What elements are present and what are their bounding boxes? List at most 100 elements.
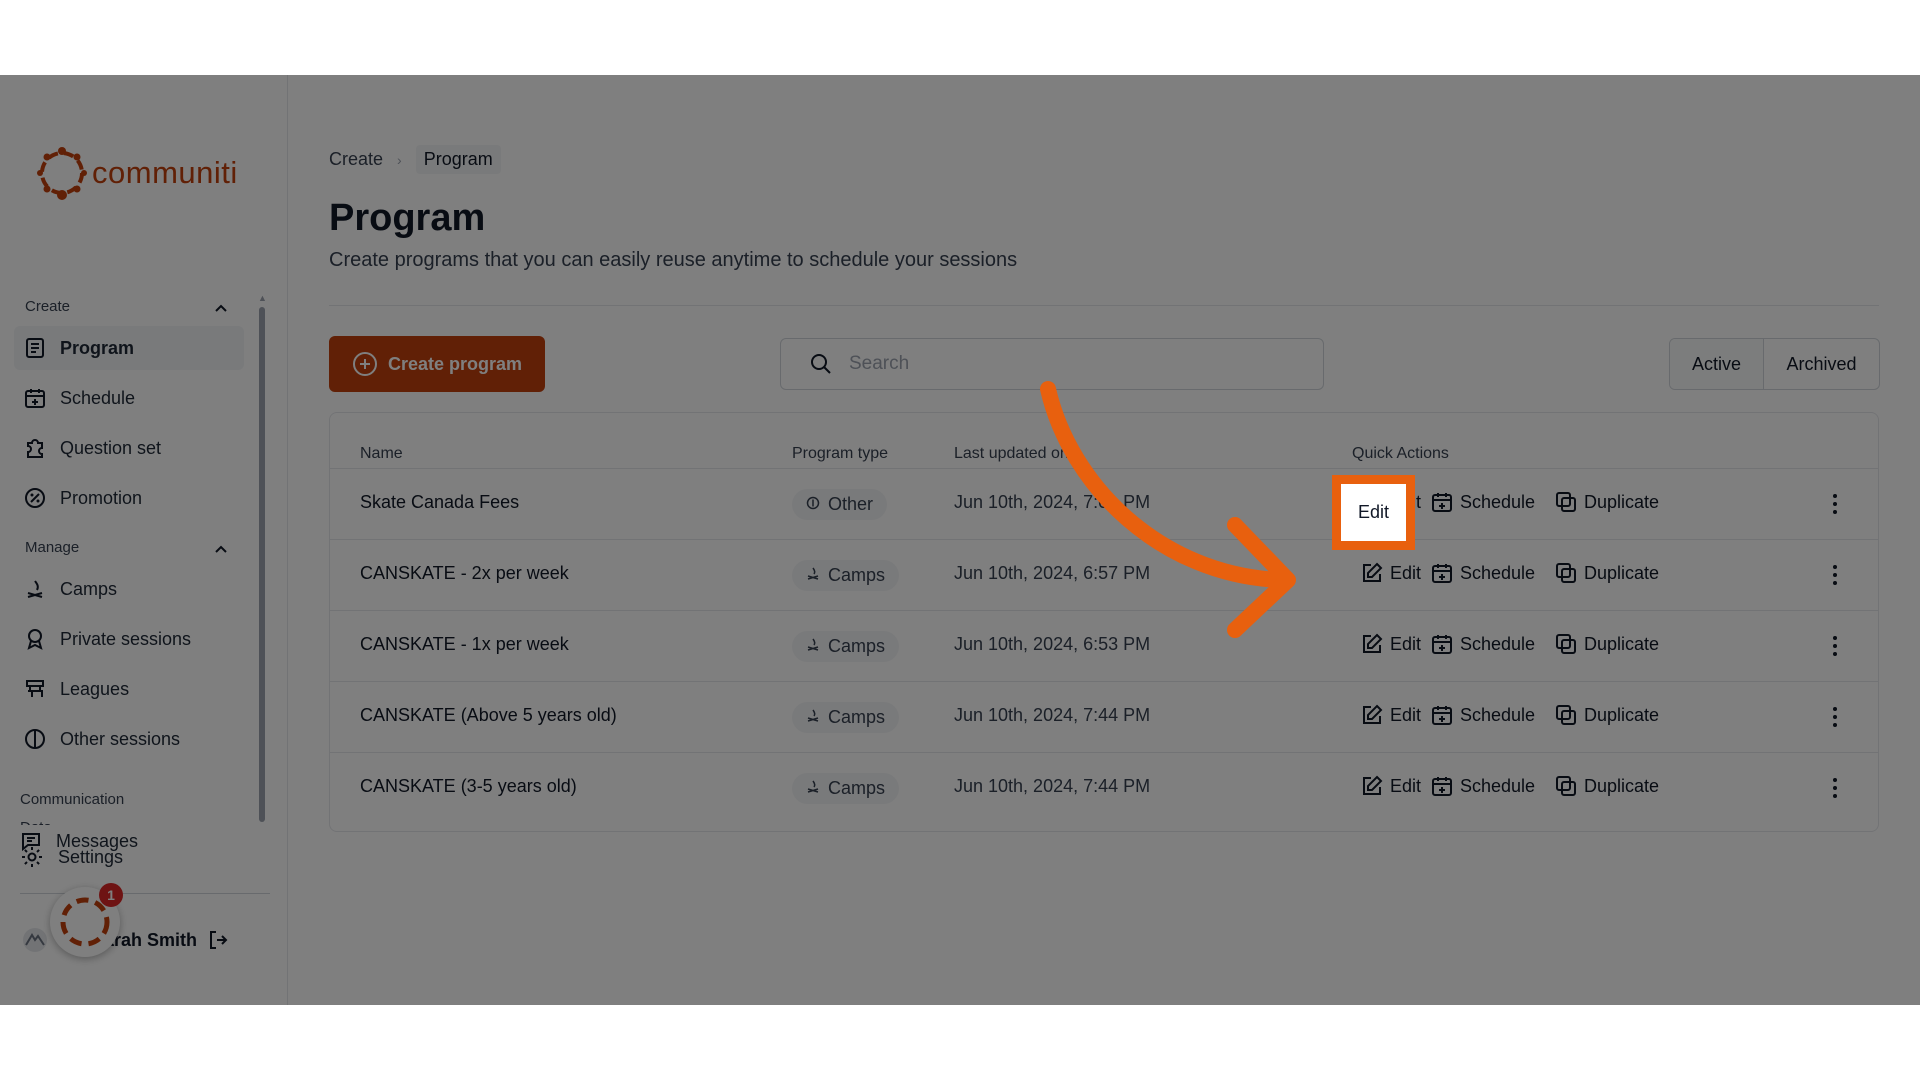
filter-active-button[interactable]: Active	[1670, 339, 1764, 389]
create-program-label: Create program	[387, 353, 523, 374]
page-title: Program	[329, 197, 486, 239]
program-type-label: Camps	[828, 565, 886, 585]
program-type-badge: Camps	[792, 773, 900, 804]
scroll-down-arrow[interactable]: ▼	[258, 810, 267, 820]
schedule-button[interactable]: Schedule	[1430, 632, 1535, 656]
copy-icon	[1556, 705, 1576, 725]
chevron-up-icon[interactable]	[214, 542, 228, 556]
chevron-up-icon[interactable]	[214, 301, 228, 315]
brand-name: communiti	[92, 155, 238, 190]
sidebar-item-label: Question set	[60, 437, 162, 458]
create-program-button[interactable]: Create program	[329, 336, 545, 392]
duplicate-label: Duplicate	[1584, 704, 1660, 725]
program-name[interactable]: CANSKATE - 2x per week	[360, 563, 569, 584]
edit-icon	[1363, 775, 1383, 795]
puzzle-icon	[24, 437, 46, 459]
more-options-icon[interactable]	[1828, 560, 1842, 590]
breadcrumb: Create › Program	[329, 145, 501, 174]
calendar-plus-icon	[1432, 564, 1452, 583]
table-row[interactable]: CANSKATE (Above 5 years old) Camps Jun 10t…	[330, 681, 1878, 752]
scroll-up-arrow[interactable]: ▲	[258, 293, 267, 303]
edit-button[interactable]: Edit	[1360, 632, 1421, 656]
brand-logo[interactable]: communiti	[34, 145, 238, 201]
sidebar-item-promotion[interactable]: Promotion	[14, 476, 244, 520]
sidebar-item-label: Program	[60, 337, 135, 358]
sidebar-item-program[interactable]: Program	[14, 326, 244, 370]
last-updated: Jun 10th, 2024, 7:44 PM	[954, 705, 1151, 725]
schedule-button[interactable]: Schedule	[1430, 561, 1535, 585]
tutorial-highlight-edit[interactable]: Edit	[1332, 475, 1415, 550]
edit-icon	[1363, 633, 1383, 653]
program-name[interactable]: CANSKATE - 1x per week	[360, 634, 569, 655]
calendar-plus-icon	[1432, 706, 1452, 725]
edit-button[interactable]: Edit	[1360, 703, 1421, 727]
column-header-program-type[interactable]: Program type	[792, 445, 888, 463]
sidebar-item-private-sessions[interactable]: Private sessions	[14, 617, 244, 661]
edit-button[interactable]: Edit	[1360, 561, 1421, 585]
breadcrumb-item-program[interactable]: Program	[415, 145, 501, 174]
schedule-label: Schedule	[1460, 704, 1536, 725]
schedule-button[interactable]: Schedule	[1430, 703, 1535, 727]
column-header-name[interactable]: Name	[360, 445, 403, 463]
schedule-button[interactable]: Schedule	[1430, 774, 1535, 798]
schedule-label: Schedule	[1460, 562, 1536, 583]
gear-icon	[22, 847, 42, 867]
program-name[interactable]: CANSKATE (3-5 years old)	[360, 776, 577, 797]
highlight-edit-label: Edit	[1357, 502, 1390, 522]
duplicate-button[interactable]: Duplicate	[1554, 703, 1659, 727]
duplicate-button[interactable]: Duplicate	[1554, 561, 1659, 585]
column-header-quick-actions: Quick Actions	[1352, 445, 1449, 462]
schedule-label: Schedule	[1460, 491, 1536, 512]
edit-button[interactable]: Edit	[1360, 774, 1421, 798]
program-type-label: Other	[828, 494, 874, 514]
logout-icon[interactable]	[207, 929, 229, 951]
program-name[interactable]: Skate Canada Fees	[360, 492, 519, 513]
edit-label: Edit	[1390, 775, 1422, 796]
avatar	[23, 928, 47, 952]
table-row[interactable]: CANSKATE (3-5 years old) Camps Jun 10th, 2…	[330, 752, 1878, 823]
copy-icon	[1556, 634, 1576, 654]
more-options-icon[interactable]	[1828, 773, 1842, 803]
tutorial-arrow-icon	[1040, 381, 1296, 638]
document-icon	[24, 337, 46, 359]
program-type-badge: Other	[792, 489, 888, 520]
sidebar-item-schedule[interactable]: Schedule	[14, 376, 244, 420]
calendar-plus-icon	[1432, 777, 1452, 796]
settings-link[interactable]: Settings	[20, 845, 123, 869]
edit-label: Edit	[1390, 704, 1422, 725]
sidebar-nav: Create Program Schedule Question set Pro…	[0, 215, 270, 852]
copy-icon	[1556, 563, 1576, 583]
sidebar-item-question-set[interactable]: Question set	[14, 426, 244, 470]
edit-icon	[1363, 704, 1383, 724]
sidebar-item-camps[interactable]: Camps	[14, 567, 244, 611]
communiti-logo-icon	[37, 147, 87, 200]
half-circle-icon	[24, 728, 46, 750]
more-options-icon[interactable]	[1828, 489, 1842, 519]
campfire-icon	[806, 565, 828, 586]
edit-icon	[1363, 562, 1383, 582]
sidebar-item-leagues[interactable]: Leagues	[14, 667, 244, 711]
program-type-label: Camps	[828, 636, 886, 656]
program-name[interactable]: CANSKATE (Above 5 years old)	[360, 705, 617, 726]
filter-archived-button[interactable]: Archived	[1764, 339, 1879, 389]
campfire-icon	[806, 636, 828, 657]
program-type-badge: Camps	[792, 702, 900, 733]
duplicate-label: Duplicate	[1584, 562, 1660, 583]
search-icon	[811, 354, 831, 374]
breadcrumb-item-create[interactable]: Create	[329, 149, 383, 170]
sidebar-item-label: Schedule	[60, 387, 136, 408]
more-options-icon[interactable]	[1828, 631, 1842, 661]
calendar-plus-icon	[1432, 635, 1452, 654]
sidebar-item-other-sessions[interactable]: Other sessions	[14, 717, 244, 761]
schedule-button[interactable]: Schedule	[1430, 490, 1535, 514]
plus-circle-icon	[352, 352, 377, 376]
status-filter: Active Archived	[1669, 338, 1880, 390]
duplicate-button[interactable]: Duplicate	[1554, 774, 1659, 798]
more-options-icon[interactable]	[1828, 702, 1842, 732]
page-subtitle: Create programs that you can easily reus…	[329, 249, 1018, 271]
duplicate-button[interactable]: Duplicate	[1554, 632, 1659, 656]
sidebar-scrollbar[interactable]	[259, 307, 265, 822]
duplicate-button[interactable]: Duplicate	[1554, 490, 1659, 514]
search-input[interactable]	[849, 353, 1289, 375]
program-type-label: Camps	[828, 778, 886, 798]
